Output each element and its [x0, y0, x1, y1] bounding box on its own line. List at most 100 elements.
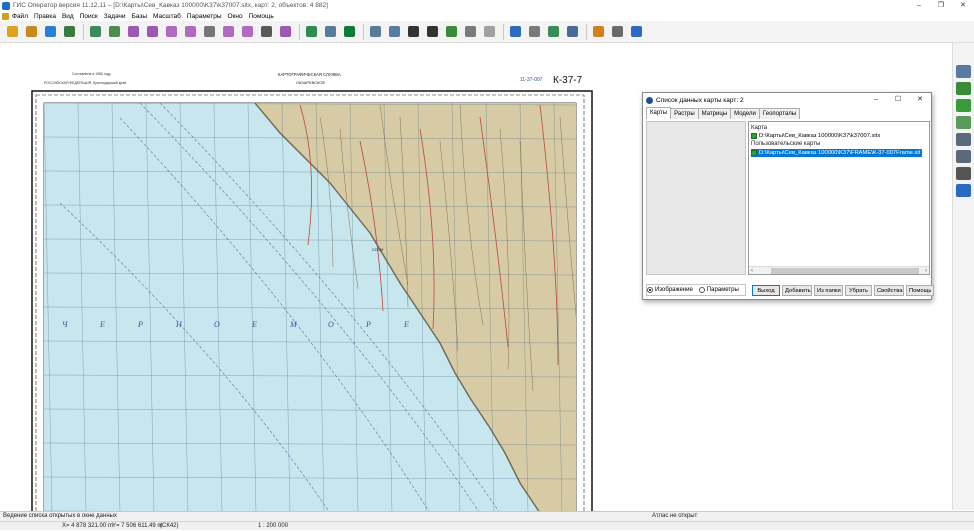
- menu-scale[interactable]: Масштаб: [153, 13, 181, 20]
- add-button[interactable]: Добавить: [782, 285, 812, 296]
- open-map-icon[interactable]: [23, 23, 40, 40]
- help-question-icon[interactable]: [628, 23, 645, 40]
- map-data-list-dialog: Список данных карты карт: 2 – ☐ ✕ Карты …: [642, 92, 934, 300]
- remove-button[interactable]: Убрать: [845, 285, 872, 296]
- exit-button[interactable]: Выход: [752, 285, 780, 296]
- sea-label-letter: Р: [137, 320, 143, 329]
- table-green-icon[interactable]: [956, 116, 971, 129]
- network-icon[interactable]: [61, 23, 78, 40]
- dialog-maximize-button[interactable]: ☐: [887, 93, 909, 107]
- dialog-globe-icon: [646, 96, 653, 104]
- close-button[interactable]: ✕: [952, 0, 974, 11]
- stack-icon[interactable]: [87, 23, 104, 40]
- stamp-icon[interactable]: [956, 167, 971, 180]
- visible-checkbox-icon[interactable]: [751, 150, 757, 156]
- menu-file[interactable]: Файл: [12, 13, 28, 20]
- menu-window[interactable]: Окно: [228, 13, 243, 20]
- minimize-button[interactable]: –: [908, 0, 930, 11]
- status-row-messages: Ведение списка открытых в окне данных Ат…: [0, 512, 974, 521]
- pen-select-icon[interactable]: [182, 23, 199, 40]
- pen-delete-icon[interactable]: [239, 23, 256, 40]
- tab-matrices[interactable]: Матрицы: [697, 108, 732, 119]
- sea-label-letter: Р: [365, 320, 371, 329]
- tab-models[interactable]: Модели: [730, 108, 760, 119]
- layers-icon[interactable]: [42, 23, 59, 40]
- list-icon[interactable]: [258, 23, 275, 40]
- list-item-path: D:\Карты\Сев_Кавказ 100000\K37\k37007.si…: [759, 133, 881, 139]
- map-data-list[interactable]: Карта D:\Карты\Сев_Кавказ 100000\K37\k37…: [748, 121, 930, 275]
- from-folder-button[interactable]: Из папки: [814, 285, 843, 296]
- menu-search[interactable]: Поиск: [80, 13, 98, 20]
- lightning-icon[interactable]: [341, 23, 358, 40]
- brush-icon[interactable]: [590, 23, 607, 40]
- panel-pin-icon[interactable]: [956, 65, 971, 78]
- report-icon[interactable]: [564, 23, 581, 40]
- check-frame-icon[interactable]: [443, 23, 460, 40]
- pen-edit-icon[interactable]: [163, 23, 180, 40]
- tab-geoportals[interactable]: Геопорталы: [758, 108, 801, 119]
- window-split-icon[interactable]: [956, 150, 971, 163]
- list-item-map[interactable]: D:\Карты\Сев_Кавказ 100000\K37\k37007.si…: [751, 132, 880, 140]
- tab-maps[interactable]: Карты: [646, 107, 672, 119]
- fit-icon[interactable]: [424, 23, 441, 40]
- map-3d-icon[interactable]: [322, 23, 339, 40]
- status-atlas: Атлас не открыт: [652, 513, 698, 519]
- menu-databases[interactable]: Базы: [132, 13, 147, 20]
- flag-icon[interactable]: [545, 23, 562, 40]
- restore-button[interactable]: ❐: [930, 0, 952, 11]
- scroll-left-arrow-icon[interactable]: ‹: [751, 267, 753, 275]
- scroll-right-arrow-icon[interactable]: ›: [925, 267, 927, 275]
- window-grid-icon[interactable]: [956, 133, 971, 146]
- sea-label-letter: М: [289, 320, 298, 329]
- undo-arrow-icon[interactable]: [462, 23, 479, 40]
- window-title: ГИС Оператор версия 11.12.11 – [D:\Карты…: [13, 2, 328, 9]
- map-sheet-small: 11-37-007: [520, 77, 543, 83]
- list-horizontal-scrollbar[interactable]: ‹ ›: [749, 266, 929, 274]
- dialog-close-button[interactable]: ✕: [909, 93, 931, 107]
- pen-text-icon[interactable]: [144, 23, 161, 40]
- radio-image-label: Изображение: [655, 287, 693, 293]
- pen-move-icon[interactable]: [277, 23, 294, 40]
- main-toolbar: [0, 21, 974, 43]
- scroll-thumb[interactable]: [771, 268, 919, 274]
- green-layers-icon[interactable]: [956, 99, 971, 112]
- pen-green-icon[interactable]: [956, 82, 971, 95]
- map-header-left-2: РОССИЙСКАЯ ФЕДЕРАЦИЯ, Краснодарский край: [44, 81, 126, 85]
- grid-table-icon[interactable]: [507, 23, 524, 40]
- zoom-in-icon[interactable]: [386, 23, 403, 40]
- view-mode-radios: Изображение Параметры: [647, 287, 739, 293]
- dialog-title: Список данных карты карт: 2: [656, 96, 744, 104]
- menu-app-icon[interactable]: [2, 12, 9, 20]
- pen-icon[interactable]: [125, 23, 142, 40]
- menu-view[interactable]: Вид: [62, 13, 74, 20]
- scale-1-1-icon[interactable]: [405, 23, 422, 40]
- menu-edit[interactable]: Правка: [34, 13, 56, 20]
- status-bar: Ведение списка открытых в окне данных Ат…: [0, 511, 974, 530]
- radio-image[interactable]: [647, 287, 653, 293]
- pen-add-icon[interactable]: [220, 23, 237, 40]
- help-button[interactable]: Помощь: [906, 285, 934, 296]
- pointer-icon[interactable]: [481, 23, 498, 40]
- radio-parameters[interactable]: [698, 287, 705, 293]
- dialog-minimize-button[interactable]: –: [865, 93, 887, 107]
- status-crs: (СК42): [160, 523, 179, 529]
- grid-select-icon[interactable]: [106, 23, 123, 40]
- group-user-maps-label: Пользовательские карты: [751, 141, 821, 147]
- label-a-icon[interactable]: [526, 23, 543, 40]
- visible-checkbox-icon[interactable]: [751, 133, 757, 139]
- menu-tasks[interactable]: Задачи: [104, 13, 126, 20]
- table-icon[interactable]: [303, 23, 320, 40]
- menu-parameters[interactable]: Параметры: [187, 13, 222, 20]
- properties-button[interactable]: Свойства: [874, 285, 904, 296]
- tab-rasters[interactable]: Растры: [670, 108, 699, 119]
- list-item-user-map[interactable]: D:\Карты\Сев_Кавказ 100000\K37\FRAME\К-3…: [751, 149, 923, 157]
- sea-label-letter: Е: [99, 320, 105, 329]
- printer-icon[interactable]: [609, 23, 626, 40]
- menu-help[interactable]: Помощь: [249, 13, 274, 20]
- status-message: Ведение списка открытых в окне данных: [3, 513, 117, 519]
- zoom-frame-icon[interactable]: [367, 23, 384, 40]
- door-exit-icon[interactable]: [956, 184, 971, 197]
- open-folder-icon[interactable]: [4, 23, 21, 40]
- sea-label-letter: О: [328, 320, 334, 329]
- frame-select-icon[interactable]: [201, 23, 218, 40]
